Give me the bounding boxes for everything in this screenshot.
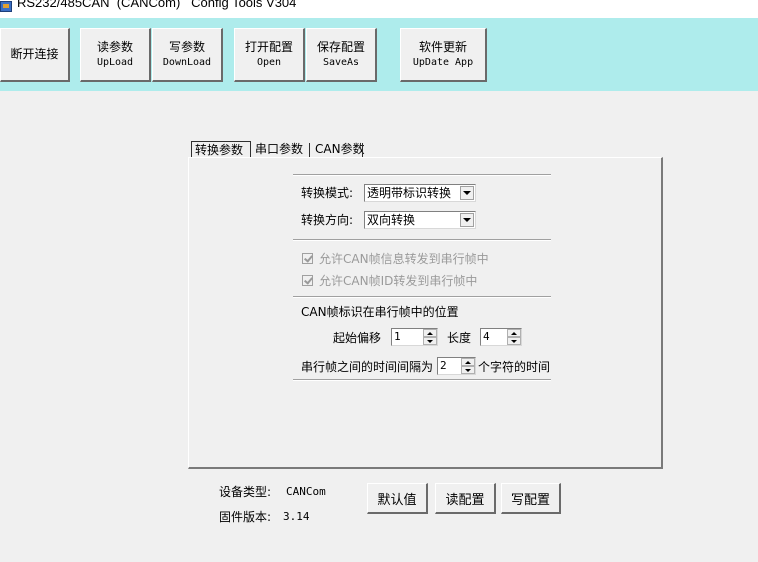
download-label: 写参数 — [168, 39, 205, 54]
interval-spinner[interactable]: 2 — [437, 357, 476, 375]
update-label: 软件更新 — [418, 39, 467, 54]
tab-label: CAN参数 — [315, 142, 365, 156]
interval-label: 串行帧之间的时间间隔为 — [301, 360, 434, 374]
upload-label: 读参数 — [96, 39, 133, 54]
spin-up-icon[interactable] — [423, 329, 437, 337]
checkbox-can-id[interactable] — [302, 275, 313, 286]
firmware-value: 3.14 — [283, 510, 310, 523]
title-bar: RS232/485CAN (CANCom) Config Tools V304 — [0, 0, 758, 18]
disconnect-button[interactable]: 断开连接 — [0, 28, 70, 82]
read-config-label: 读配置 — [445, 492, 485, 508]
length-spinner[interactable]: 4 — [480, 328, 522, 346]
read-config-button[interactable]: 读配置 — [435, 483, 496, 514]
divider — [293, 379, 551, 381]
interval-suffix: 个字符的时间 — [478, 360, 551, 374]
default-button[interactable]: 默认值 — [367, 483, 428, 514]
direction-select[interactable]: 双向转换 — [364, 211, 476, 229]
mode-value: 透明带标识转换 — [367, 186, 452, 200]
chevron-down-icon[interactable] — [460, 186, 474, 200]
download-button[interactable]: 写参数 DownLoad — [152, 28, 223, 82]
default-label: 默认值 — [377, 492, 417, 508]
download-sublabel: DownLoad — [162, 56, 212, 68]
mode-label: 转换模式: — [301, 186, 354, 200]
spin-down-icon[interactable] — [507, 337, 521, 345]
update-sublabel: UpDate App — [412, 56, 474, 68]
open-sublabel: Open — [256, 56, 282, 68]
device-type-label: 设备类型: — [219, 485, 272, 499]
divider — [293, 174, 551, 176]
check-can-id-label: 允许CAN帧ID转发到串行帧中 — [319, 274, 478, 288]
tab-can-params[interactable]: CAN参数 — [315, 141, 365, 158]
toolbar: 断开连接 读参数 UpLoad 写参数 DownLoad 打开配置 Open 保… — [0, 18, 758, 91]
offset-value: 1 — [394, 330, 401, 343]
disconnect-label: 断开连接 — [10, 47, 59, 61]
length-value: 4 — [483, 330, 490, 343]
open-label: 打开配置 — [244, 39, 293, 54]
saveas-label: 保存配置 — [316, 39, 365, 54]
length-label: 长度 — [447, 331, 472, 345]
window-title: RS232/485CAN (CANCom) Config Tools V304 — [17, 0, 297, 10]
tab-conversion-params[interactable]: 转换参数 — [191, 141, 251, 158]
tab-separator — [362, 143, 363, 157]
tab-serial-params[interactable]: 串口参数 — [255, 141, 303, 158]
divider — [293, 239, 551, 241]
offset-spinner[interactable]: 1 — [391, 328, 438, 346]
write-config-label: 写配置 — [510, 492, 550, 508]
saveas-button[interactable]: 保存配置 SaveAs — [306, 28, 377, 82]
write-config-button[interactable]: 写配置 — [501, 483, 561, 514]
offset-label: 起始偏移 — [333, 331, 382, 345]
interval-value: 2 — [440, 359, 447, 372]
tab-label: 转换参数 — [195, 143, 244, 157]
check-can-info-label: 允许CAN帧信息转发到串行帧中 — [319, 252, 489, 266]
firmware-label: 固件版本: — [219, 510, 272, 524]
divider — [293, 296, 551, 298]
update-app-button[interactable]: 软件更新 UpDate App — [400, 28, 487, 82]
direction-value: 双向转换 — [367, 213, 416, 227]
device-type-value: CANCom — [286, 485, 326, 498]
checkbox-can-info[interactable] — [302, 253, 313, 264]
app-icon — [0, 1, 12, 12]
spin-up-icon[interactable] — [461, 358, 475, 366]
mode-select[interactable]: 透明带标识转换 — [364, 184, 476, 202]
spin-down-icon[interactable] — [423, 337, 437, 345]
saveas-sublabel: SaveAs — [322, 56, 360, 68]
upload-button[interactable]: 读参数 UpLoad — [80, 28, 151, 82]
tab-separator — [309, 143, 310, 157]
open-button[interactable]: 打开配置 Open — [234, 28, 305, 82]
upload-sublabel: UpLoad — [96, 56, 134, 68]
spin-up-icon[interactable] — [507, 329, 521, 337]
chevron-down-icon[interactable] — [460, 213, 474, 227]
position-title: CAN帧标识在串行帧中的位置 — [301, 305, 459, 319]
direction-label: 转换方向: — [301, 213, 354, 227]
tab-label: 串口参数 — [255, 142, 304, 156]
spin-down-icon[interactable] — [461, 366, 475, 374]
